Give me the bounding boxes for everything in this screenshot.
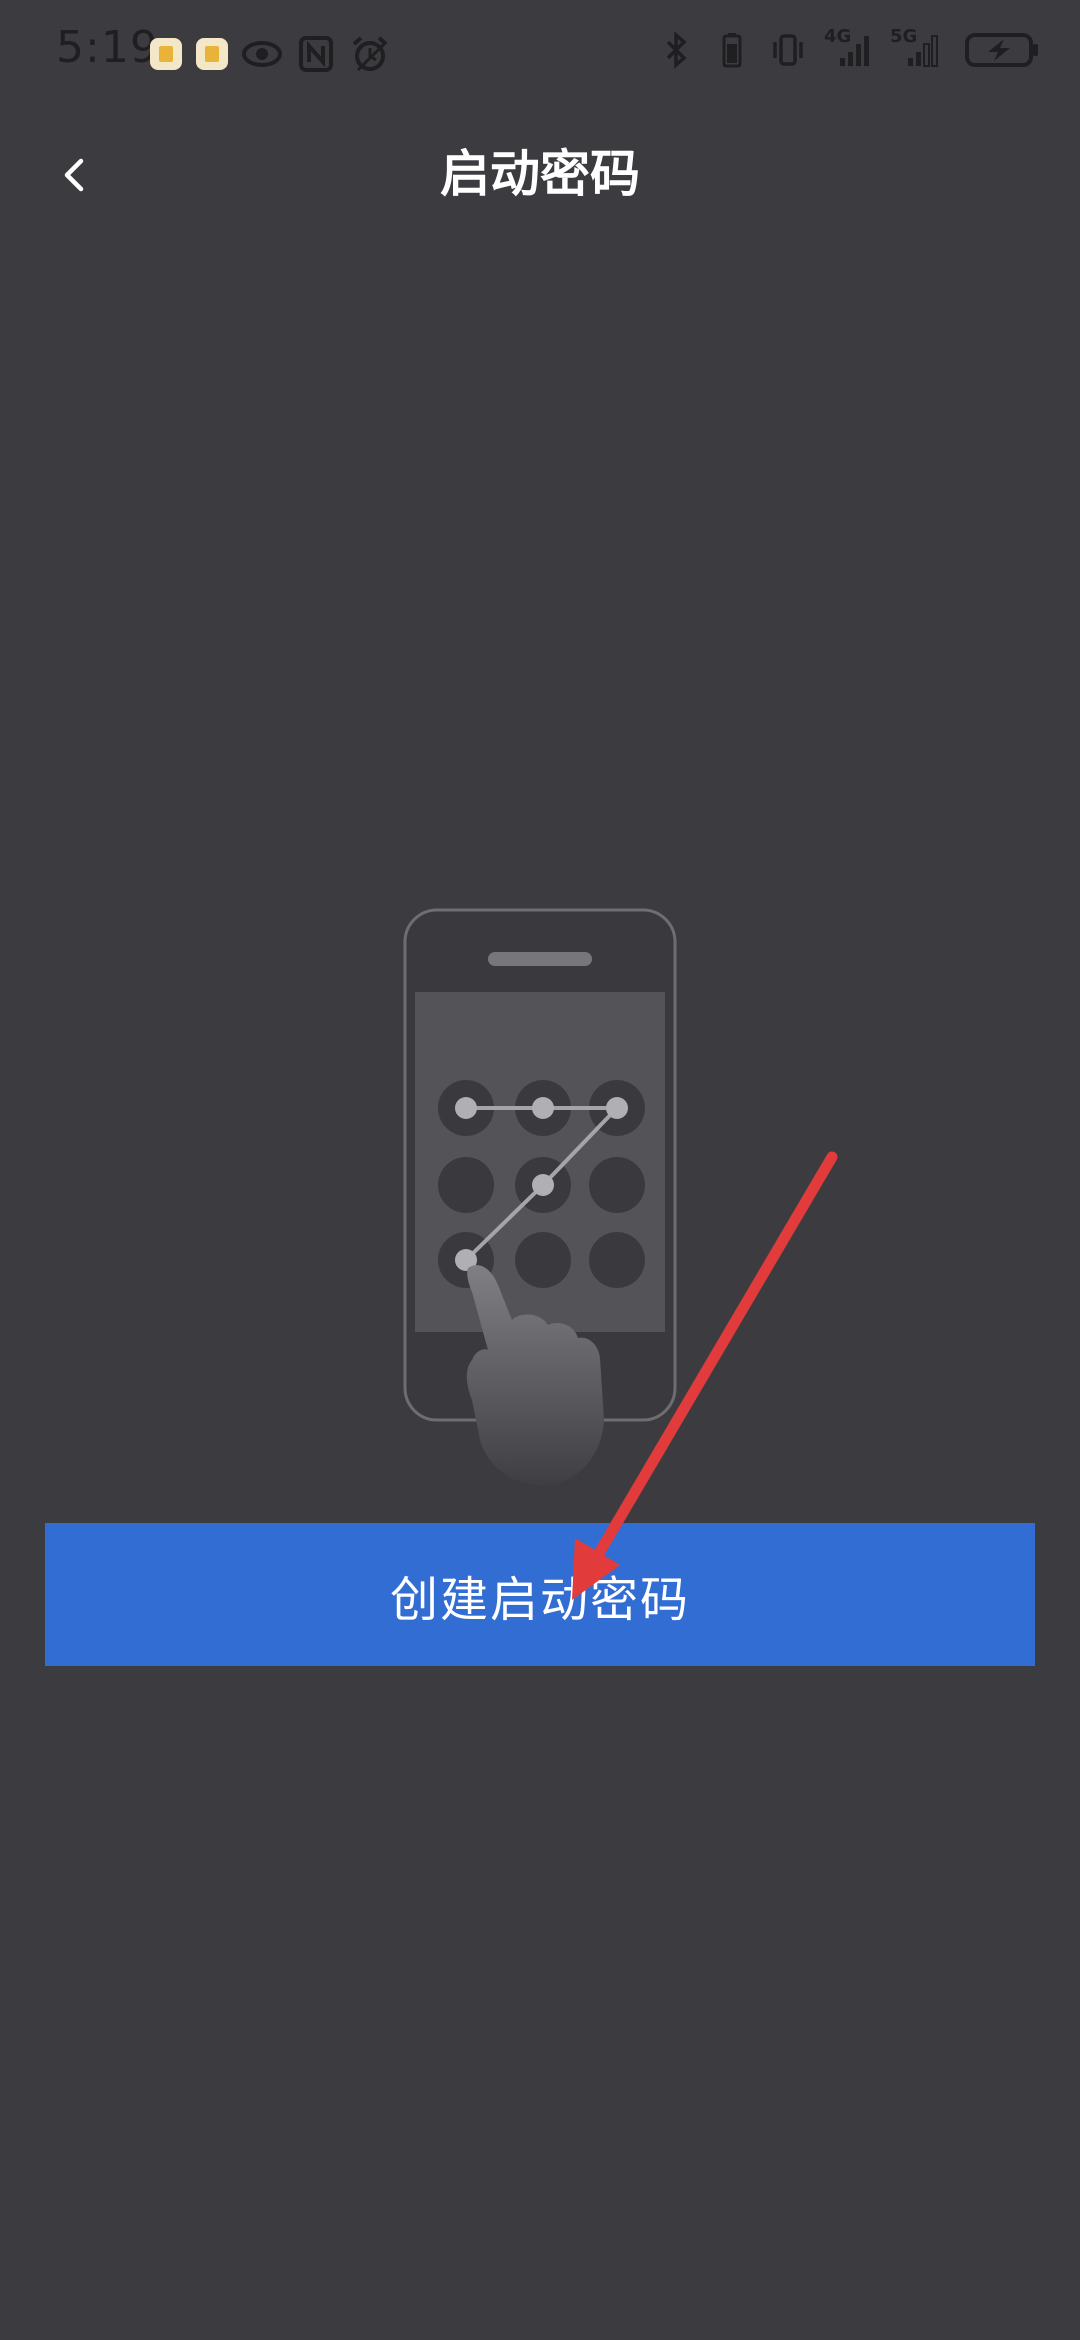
alarm-icon [350, 34, 390, 74]
bluetooth-icon [656, 30, 696, 70]
battery-small-icon [712, 30, 752, 70]
status-time: 5:19 [56, 22, 159, 73]
vibrate-icon [768, 30, 808, 70]
status-right-icons: 4G 5G [656, 26, 1040, 70]
pattern-lock-illustration [380, 880, 700, 1490]
signal-5g-icon: 5G [890, 26, 948, 70]
sim-icon [196, 38, 228, 70]
pattern-lock-phone-icon [403, 908, 677, 1486]
eye-icon [242, 34, 282, 74]
page-title: 启动密码 [440, 145, 640, 203]
status-bar: 5:19 4G 5G [0, 0, 1080, 110]
header: 启动密码 [0, 120, 1080, 220]
nfc-icon [296, 34, 336, 74]
status-left-icons [150, 34, 390, 74]
create-startup-password-button[interactable]: 创建启动密码 [45, 1523, 1035, 1666]
signal-4g-icon: 4G [824, 26, 874, 70]
battery-charging-icon [964, 30, 1040, 70]
sim-icon [150, 38, 182, 70]
